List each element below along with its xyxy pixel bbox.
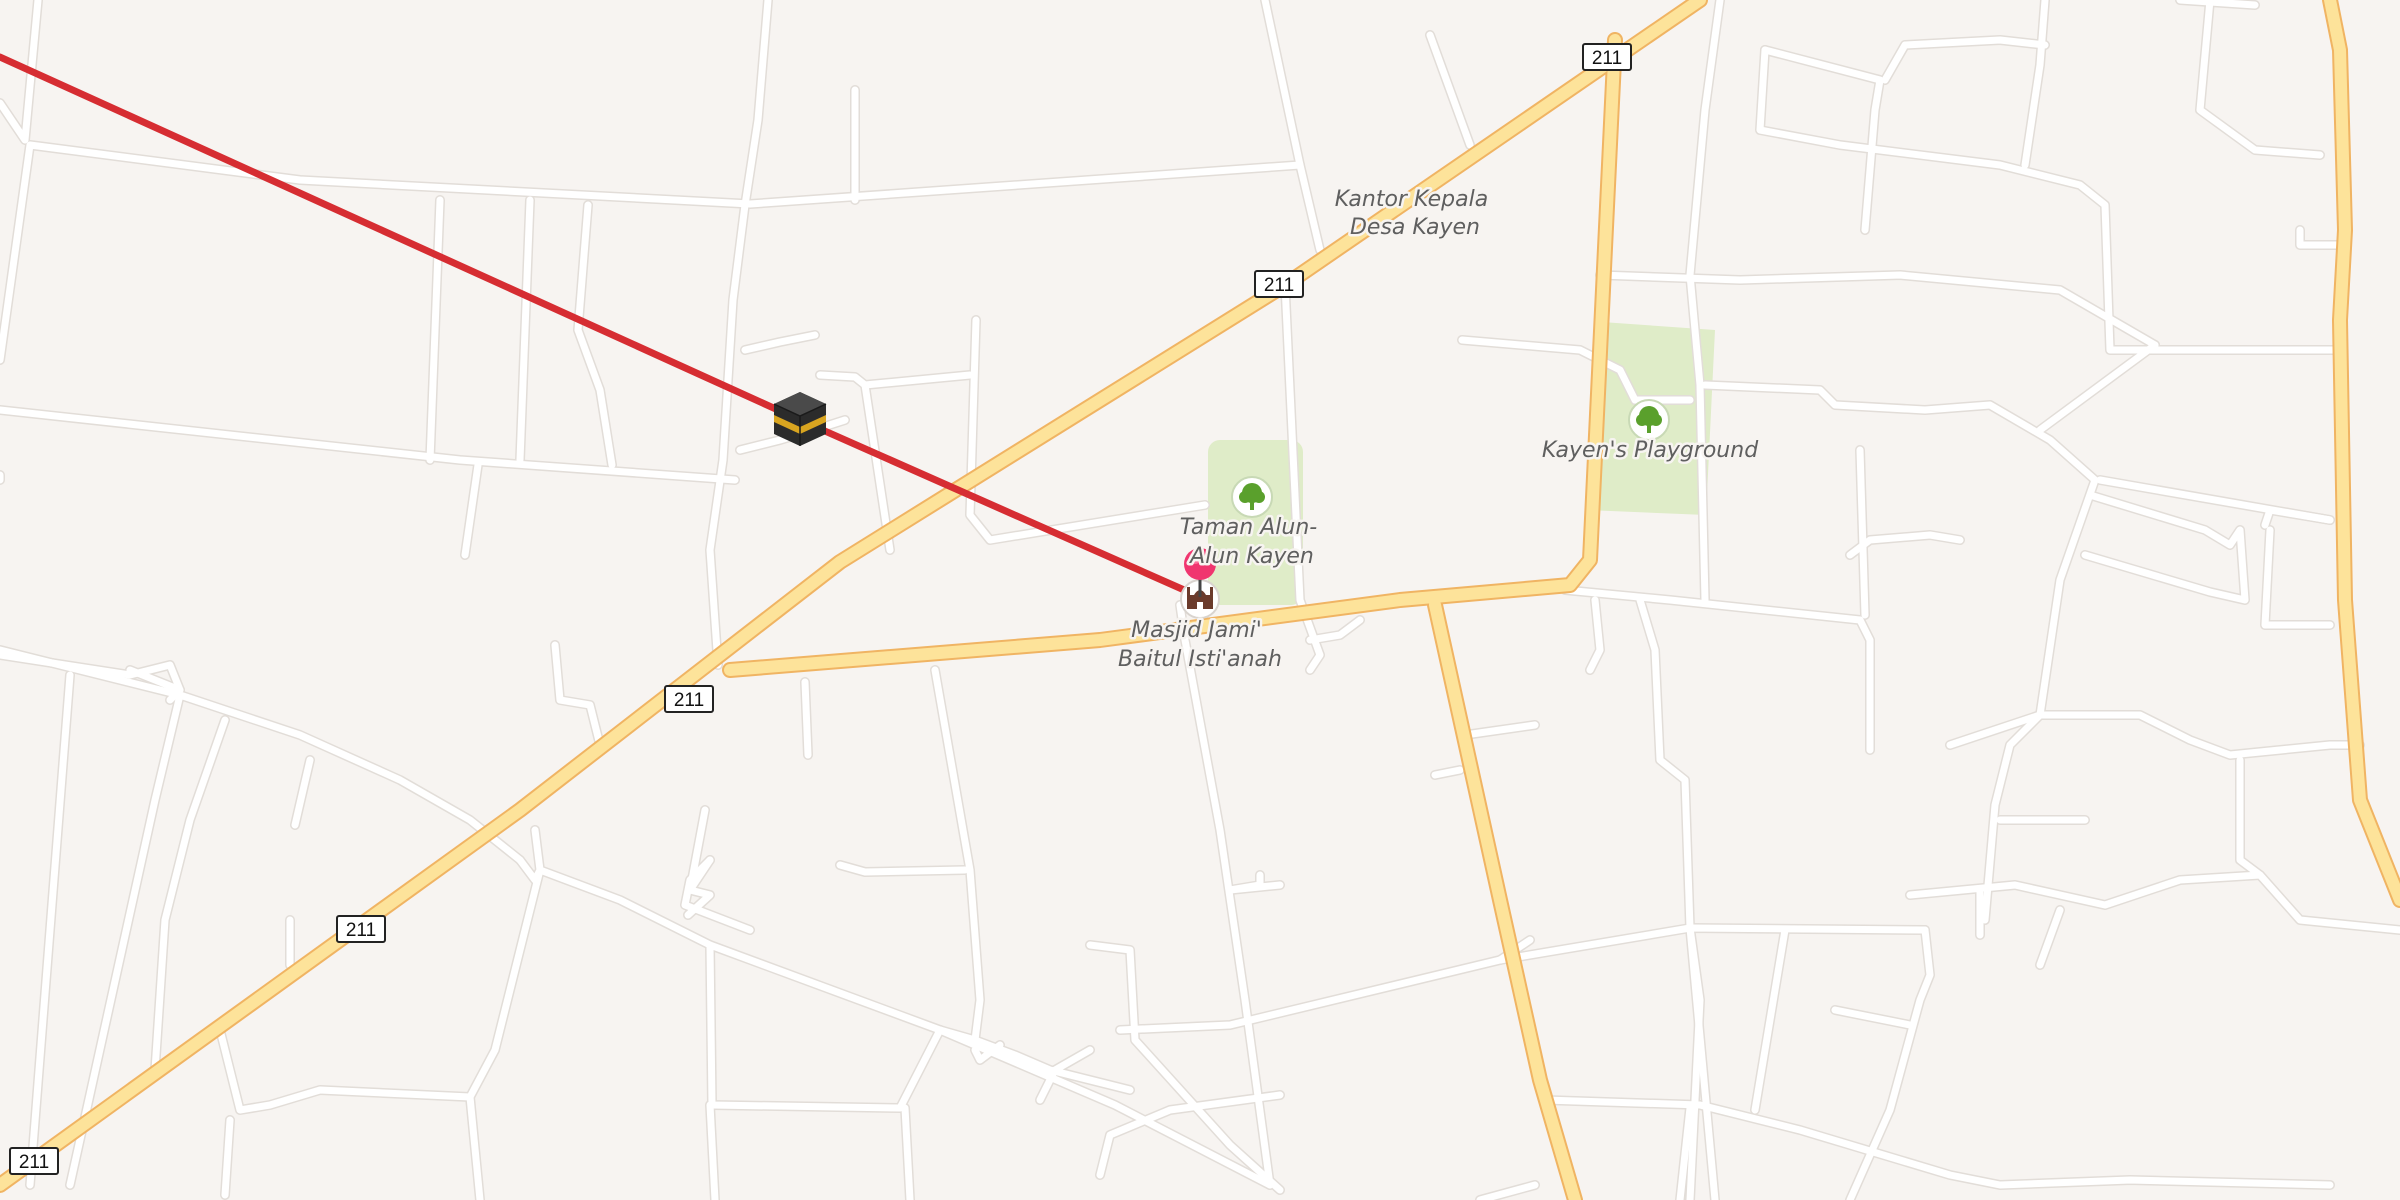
minor-road	[2176, 0, 2259, 9]
road-shield-211: 211	[1254, 270, 1304, 298]
tree-icon[interactable]	[1628, 399, 1670, 441]
svg-text:211: 211	[1592, 48, 1622, 69]
tree-icon[interactable]	[1231, 476, 1273, 518]
road-shield-211: 211	[1582, 43, 1632, 71]
minor-road	[1856, 446, 1869, 619]
svg-text:211: 211	[1264, 275, 1294, 296]
map-canvas[interactable]: 211 211 211 211 211 Kantor Kepala Desa K…	[0, 0, 2400, 1200]
svg-text:211: 211	[346, 920, 376, 941]
svg-text:211: 211	[19, 1152, 49, 1173]
minor-road	[801, 678, 812, 759]
road-shield-211: 211	[336, 915, 386, 943]
map-view[interactable]: 211 211 211 211 211 Kantor Kepala Desa K…	[0, 0, 2400, 1200]
road-shield-211: 211	[9, 1147, 59, 1175]
minor-road	[901, 1104, 914, 1200]
minor-road	[1431, 766, 1464, 779]
poi-label-kayens-playground[interactable]: Kayen's Playground	[1539, 436, 1761, 466]
minor-road	[221, 1116, 234, 1199]
svg-text:211: 211	[674, 690, 704, 711]
road-shield-211: 211	[664, 685, 714, 713]
minor-road	[706, 1101, 719, 1200]
